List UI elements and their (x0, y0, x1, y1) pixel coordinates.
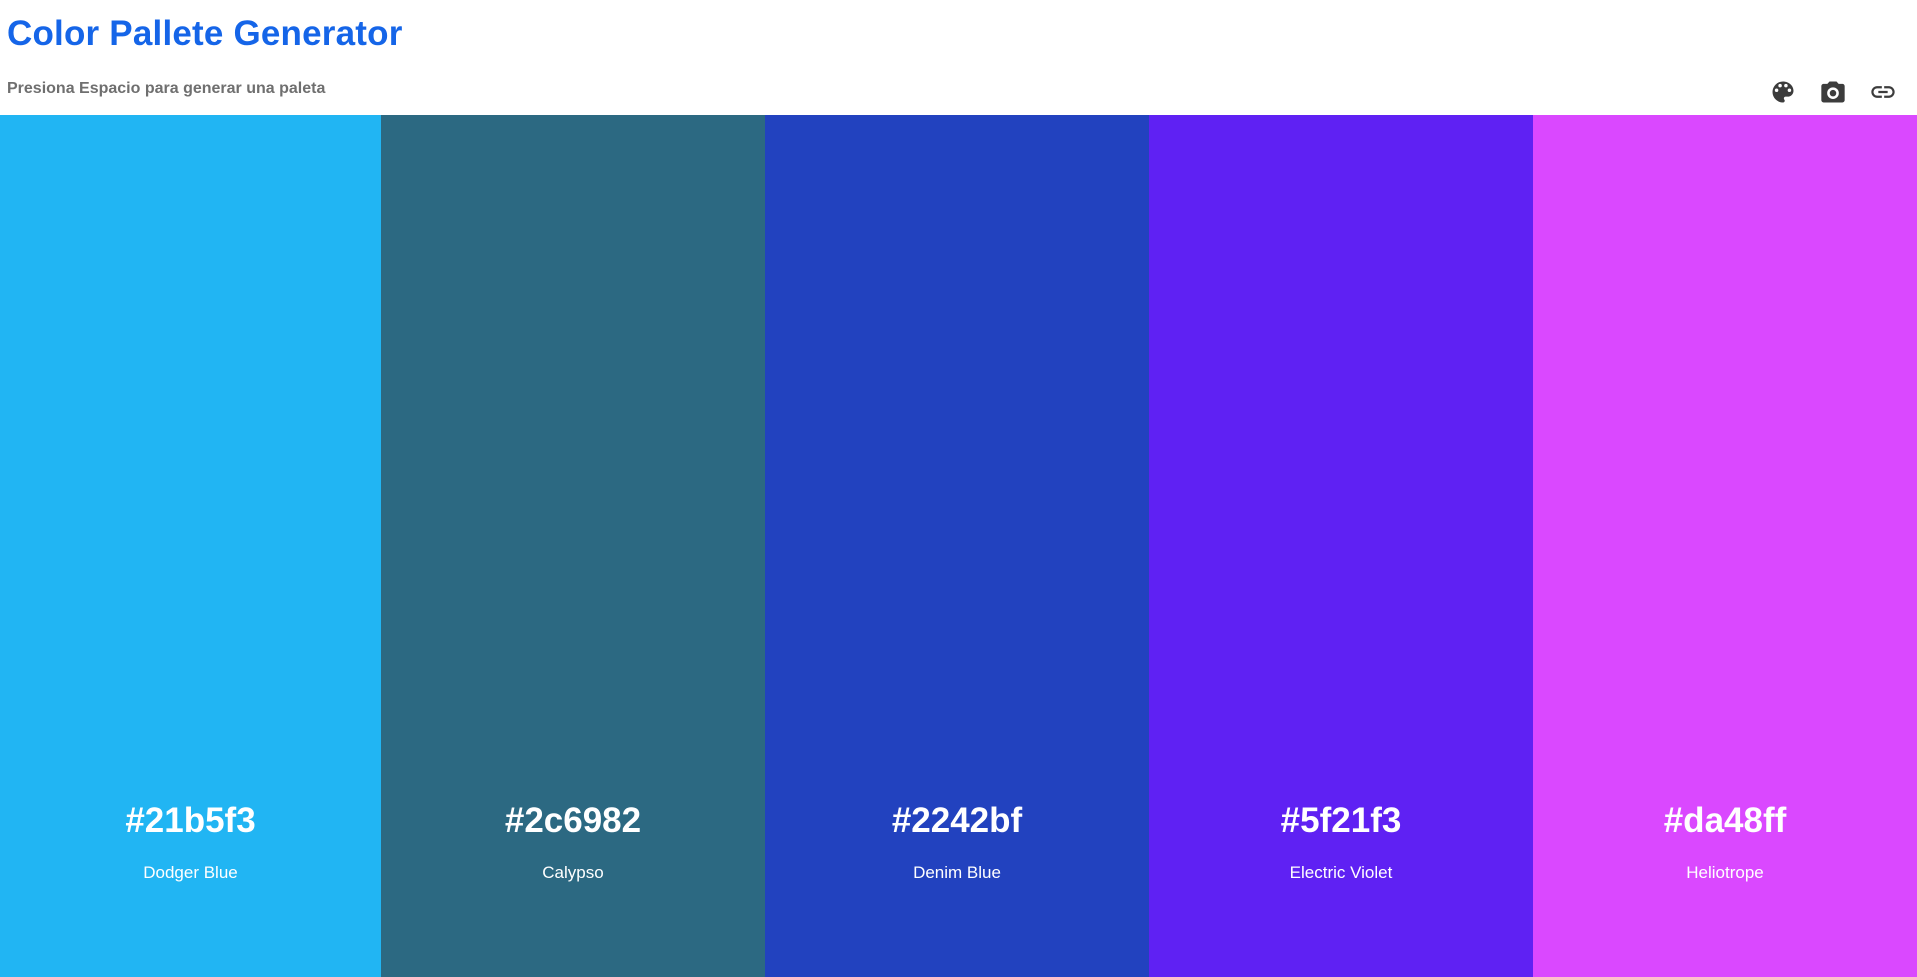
color-name: Heliotrope (1686, 863, 1764, 882)
color-swatch[interactable]: #21b5f3 Dodger Blue (0, 115, 381, 977)
color-hex[interactable]: #21b5f3 (0, 801, 381, 841)
color-swatch[interactable]: #da48ff Heliotrope (1533, 115, 1917, 977)
camera-icon (1821, 81, 1845, 103)
color-name: Denim Blue (913, 863, 1001, 882)
color-name: Dodger Blue (143, 863, 238, 882)
color-name: Electric Violet (1289, 863, 1393, 882)
header: Color Pallete Generator Presiona Espacio… (0, 0, 1917, 115)
color-swatch[interactable]: #2c6982 Calypso (381, 115, 765, 977)
screenshot-button[interactable] (1819, 78, 1847, 106)
color-name: Calypso (542, 863, 604, 882)
palette-icon (1772, 81, 1794, 103)
page-title: Color Pallete Generator (7, 14, 403, 53)
page-subtitle: Presiona Espacio para generar una paleta (7, 80, 326, 97)
color-swatch[interactable]: #2242bf Denim Blue (765, 115, 1149, 977)
toolbar (1769, 78, 1897, 106)
color-palette: #21b5f3 Dodger Blue #2c6982 Calypso #224… (0, 115, 1917, 977)
color-hex[interactable]: #5f21f3 (1149, 801, 1533, 841)
link-icon (1871, 86, 1895, 98)
color-swatch[interactable]: #5f21f3 Electric Violet (1149, 115, 1533, 977)
palette-button[interactable] (1769, 78, 1797, 106)
copy-link-button[interactable] (1869, 78, 1897, 106)
color-hex[interactable]: #da48ff (1533, 801, 1917, 841)
color-hex[interactable]: #2c6982 (381, 801, 765, 841)
color-hex[interactable]: #2242bf (765, 801, 1149, 841)
